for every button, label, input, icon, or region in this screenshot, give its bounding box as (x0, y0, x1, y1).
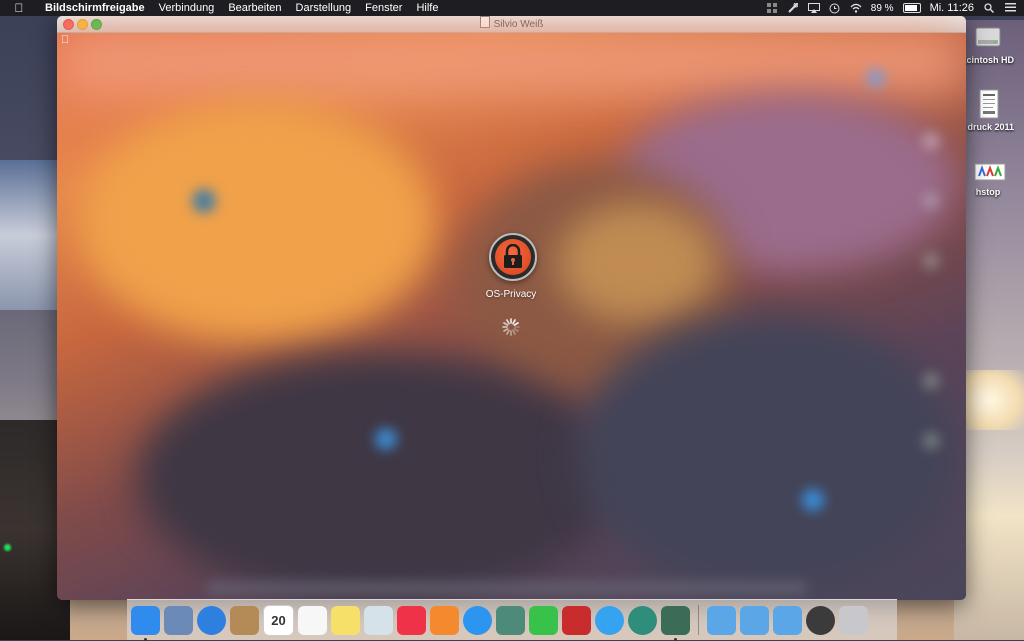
spinner-spoke (506, 329, 510, 335)
dock-time-machine-icon[interactable] (628, 605, 657, 635)
dock-calendar-icon[interactable]: 20 (263, 604, 294, 636)
spinner-spoke (506, 319, 510, 325)
status-area: 89 % Mi. 11:26 (766, 2, 1024, 14)
dock: 20 (127, 599, 897, 641)
calendar-date: 20 (271, 612, 286, 628)
spinner-spoke (503, 322, 509, 326)
blurred-icon (192, 189, 216, 213)
dock-1password-icon[interactable] (806, 605, 835, 635)
running-indicator (144, 637, 147, 641)
window-title: Silvio Weiß (493, 19, 544, 30)
dock-safari-icon[interactable] (197, 605, 226, 635)
blurred-icon (923, 373, 939, 389)
menu-app-name[interactable]: Bildschirmfreigabe (38, 0, 152, 16)
document-proxy-icon[interactable] (479, 16, 490, 28)
dock-preview-icon[interactable] (164, 605, 193, 635)
green-light-dot (4, 544, 11, 551)
screen-sharing-window: Silvio Weiß  OS-Privacy (57, 16, 966, 600)
blurred-icon (867, 69, 885, 87)
battery-level (904, 5, 918, 11)
menu-hilfe[interactable]: Hilfe (409, 0, 445, 16)
dock-screen-sharing-icon[interactable] (661, 605, 690, 641)
menu-darstellung[interactable]: Darstellung (289, 0, 359, 16)
blurred-icon (375, 428, 397, 450)
blurred-icon (923, 433, 939, 449)
spinner-spoke (513, 328, 519, 332)
menu-verbindung[interactable]: Verbindung (152, 0, 222, 16)
dock-folder-2-icon[interactable] (740, 605, 769, 635)
dock-reminders-icon[interactable] (298, 605, 327, 635)
blur-region (137, 353, 617, 600)
menu-bar:  Bildschirmfreigabe Verbindung Bearbeit… (0, 0, 1024, 16)
zoom-button[interactable] (91, 19, 102, 30)
wifi-icon[interactable] (850, 3, 862, 13)
blurred-dock (207, 581, 807, 595)
dock-facetime-icon[interactable] (529, 605, 558, 635)
dock-itunes-icon[interactable] (397, 605, 426, 635)
grid-icon[interactable] (766, 3, 778, 13)
blur-region (77, 103, 437, 343)
dock-finder-icon[interactable] (131, 605, 160, 641)
running-indicator (674, 637, 677, 641)
loading-spinner-icon (502, 318, 520, 336)
battery-icon[interactable] (902, 3, 921, 13)
battery-percent: 89 % (870, 2, 894, 14)
blur-region (57, 33, 966, 93)
blurred-icon (923, 253, 939, 269)
blur-region (577, 313, 957, 593)
list-icon[interactable] (1004, 3, 1016, 13)
time-machine-icon[interactable] (829, 3, 841, 14)
dock-photo-booth-icon[interactable] (562, 605, 591, 635)
dock-photo-browser-icon[interactable] (364, 605, 393, 635)
user-avatar[interactable] (489, 233, 537, 281)
remote-apple-icon:  (61, 34, 69, 46)
dock-trash-icon[interactable] (839, 605, 868, 635)
dock-folder-1-icon[interactable] (707, 605, 736, 635)
search-icon[interactable] (983, 3, 995, 14)
airplay-icon[interactable] (807, 3, 820, 13)
menu-fenster[interactable]: Fenster (358, 0, 409, 16)
dock-contacts-icon[interactable] (230, 605, 259, 635)
lock-icon (504, 244, 522, 268)
document-icon (974, 89, 1002, 119)
spinner-spoke (513, 322, 519, 326)
dock-messages-icon[interactable] (595, 605, 624, 635)
spinner-spoke (512, 319, 516, 325)
blur-region (557, 203, 717, 323)
blurred-icon (923, 193, 939, 209)
dock-ibooks-icon[interactable] (430, 605, 459, 635)
dock-notes-icon[interactable] (331, 605, 360, 635)
apple-menu-icon[interactable]:  (0, 1, 38, 15)
hard-drive-icon (974, 22, 1002, 52)
user-name: OS-Privacy (485, 289, 537, 300)
blurred-icon (923, 133, 939, 149)
remote-screen[interactable]:  OS-Privacy (57, 33, 966, 600)
tools-icon[interactable] (787, 2, 799, 13)
dock-app-store-icon[interactable] (463, 605, 492, 635)
minimize-button[interactable] (77, 19, 88, 30)
blurred-icon (802, 489, 824, 511)
dock-separator (698, 605, 699, 635)
menu-bearbeiten[interactable]: Bearbeiten (221, 0, 288, 16)
spinner-spoke (503, 328, 509, 332)
dock-folder-3-icon[interactable] (773, 605, 802, 635)
app-icon (974, 162, 1006, 184)
spinner-spoke (512, 329, 516, 335)
window-titlebar[interactable]: Silvio Weiß (57, 16, 966, 33)
close-button[interactable] (63, 19, 74, 30)
clock[interactable]: Mi. 11:26 (930, 2, 974, 14)
dock-iphoto-icon[interactable] (496, 605, 525, 635)
